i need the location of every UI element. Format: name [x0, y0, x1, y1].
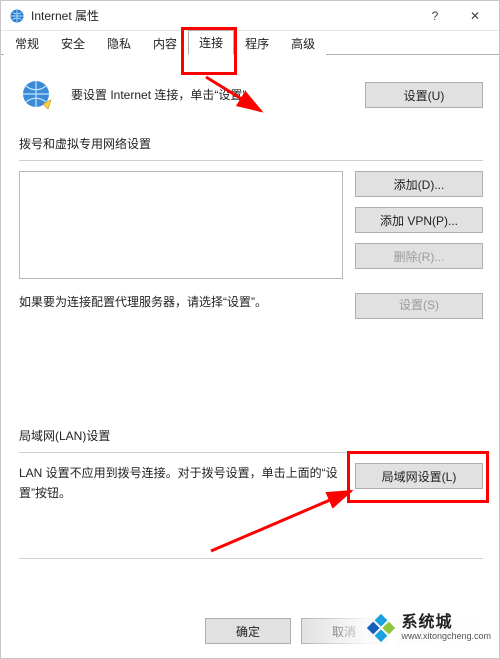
remove-button: 删除(R)... — [355, 243, 483, 269]
dial-settings-button: 设置(S) — [355, 293, 483, 319]
tab-content-area: 要设置 Internet 连接，单击“设置”。 设置(U) 拨号和虚拟专用网络设… — [1, 55, 499, 559]
tab-programs[interactable]: 程序 — [234, 31, 280, 55]
dialup-buttons: 添加(D)... 添加 VPN(P)... 删除(R)... — [355, 171, 483, 269]
lan-text: LAN 设置不应用到拨号连接。对于拨号设置，单击上面的“设置”按钮。 — [19, 463, 343, 504]
tab-security[interactable]: 安全 — [50, 31, 96, 55]
internet-properties-window: Internet 属性 ? ✕ 常规 安全 隐私 内容 连接 程序 高级 要设置… — [0, 0, 500, 659]
apply-button[interactable]: 应用(A) — [397, 618, 483, 644]
divider — [19, 160, 483, 161]
tab-content[interactable]: 内容 — [142, 31, 188, 55]
internet-options-icon — [9, 8, 25, 24]
ok-button[interactable]: 确定 — [205, 618, 291, 644]
lan-settings-button[interactable]: 局域网设置(L) — [355, 463, 483, 489]
dialog-footer: 确定 取消 应用(A) — [205, 618, 483, 644]
window-title: Internet 属性 — [31, 7, 415, 24]
tab-advanced[interactable]: 高级 — [280, 31, 326, 55]
titlebar: Internet 属性 ? ✕ — [1, 1, 499, 31]
divider — [19, 452, 483, 453]
tab-privacy[interactable]: 隐私 — [96, 31, 142, 55]
lan-row: LAN 设置不应用到拨号连接。对于拨号设置，单击上面的“设置”按钮。 局域网设置… — [19, 463, 483, 504]
add-vpn-button[interactable]: 添加 VPN(P)... — [355, 207, 483, 233]
setup-row: 要设置 Internet 连接，单击“设置”。 设置(U) — [19, 77, 483, 113]
dialup-section-title: 拨号和虚拟专用网络设置 — [19, 135, 483, 152]
proxy-hint: 如果要为连接配置代理服务器，请选择“设置”。 — [19, 293, 355, 312]
divider — [19, 558, 483, 559]
close-button[interactable]: ✕ — [455, 2, 495, 30]
tab-general[interactable]: 常规 — [4, 31, 50, 55]
dialup-row: 添加(D)... 添加 VPN(P)... 删除(R)... — [19, 171, 483, 279]
add-button[interactable]: 添加(D)... — [355, 171, 483, 197]
tab-connections[interactable]: 连接 — [188, 30, 234, 55]
proxy-hint-row: 如果要为连接配置代理服务器，请选择“设置”。 设置(S) — [19, 293, 483, 319]
setup-button[interactable]: 设置(U) — [365, 82, 483, 108]
connections-listbox[interactable] — [19, 171, 343, 279]
help-button[interactable]: ? — [415, 2, 455, 30]
globe-icon — [19, 77, 55, 113]
cancel-button[interactable]: 取消 — [301, 618, 387, 644]
window-buttons: ? ✕ — [415, 2, 495, 30]
setup-text: 要设置 Internet 连接，单击“设置”。 — [71, 86, 365, 104]
lan-section: 局域网(LAN)设置 LAN 设置不应用到拨号连接。对于拨号设置，单击上面的“设… — [19, 427, 483, 504]
lan-section-title: 局域网(LAN)设置 — [19, 427, 483, 444]
tabs: 常规 安全 隐私 内容 连接 程序 高级 — [1, 31, 499, 55]
